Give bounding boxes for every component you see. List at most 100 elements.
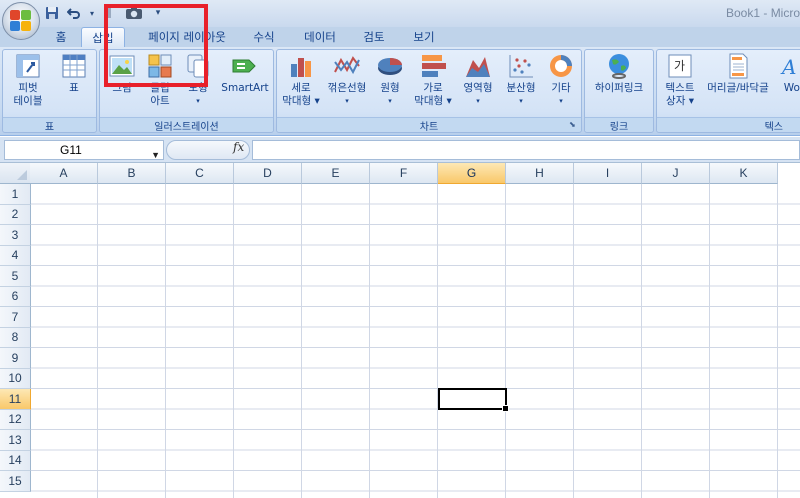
pivot-label-1: 피벗 bbox=[18, 82, 38, 94]
pie-chart-icon bbox=[378, 58, 402, 75]
area-chart-icon bbox=[466, 57, 490, 77]
column-chart-button[interactable]: 세로 막대형 ▾ bbox=[279, 52, 323, 108]
column-header-e[interactable]: E bbox=[302, 163, 370, 184]
row-header-8[interactable]: 8 bbox=[0, 327, 31, 348]
column-header-h[interactable]: H bbox=[506, 163, 574, 184]
column-header-i[interactable]: I bbox=[574, 163, 642, 184]
other-charts-label: 기타 bbox=[551, 82, 571, 94]
cell-area[interactable] bbox=[31, 184, 800, 498]
row-header-9[interactable]: 9 bbox=[0, 348, 31, 369]
redo-icon[interactable] bbox=[102, 5, 118, 21]
ribbon-tabs: 홈 삽입 페이지 레이아웃 수식 데이터 검토 보기 bbox=[0, 27, 800, 47]
header-footer-button[interactable]: 머리글/바닥글 bbox=[701, 52, 775, 95]
insert-function-icon[interactable]: fx bbox=[233, 140, 244, 154]
group-links: 하이퍼링크 링크 bbox=[584, 49, 654, 133]
column-header-k[interactable]: K bbox=[710, 163, 778, 184]
picture-icon bbox=[109, 55, 135, 77]
scatter-chart-button[interactable]: 분산형 ▾ bbox=[501, 52, 541, 108]
undo-icon[interactable] bbox=[66, 5, 82, 21]
row-header-15[interactable]: 15 bbox=[0, 471, 31, 492]
column-header-g[interactable]: G bbox=[438, 163, 506, 184]
row-header-12[interactable]: 12 bbox=[0, 409, 31, 430]
other-charts-button[interactable]: 기타 ▾ bbox=[543, 52, 579, 108]
scatter-chart-icon bbox=[509, 55, 533, 78]
row-header-2[interactable]: 2 bbox=[0, 204, 31, 225]
column-label-1: 세로 bbox=[291, 82, 311, 94]
pie-chart-label: 원형 bbox=[380, 82, 400, 94]
tab-view[interactable]: 보기 bbox=[410, 27, 438, 47]
column-header-d[interactable]: D bbox=[234, 163, 302, 184]
row-header-10[interactable]: 10 bbox=[0, 368, 31, 389]
line-chart-button[interactable]: 꺾은선형 ▾ bbox=[325, 52, 369, 108]
column-header-a[interactable]: A bbox=[30, 163, 98, 184]
text-box-label-1: 텍스트 bbox=[665, 82, 695, 94]
formula-bar: G11 ▼ fx bbox=[0, 137, 800, 163]
bar-chart-button[interactable]: 가로 막대형 ▾ bbox=[411, 52, 455, 108]
row-header-1[interactable]: 1 bbox=[0, 184, 31, 205]
picture-label: 그림 bbox=[112, 82, 132, 94]
row-header-11[interactable]: 11 bbox=[0, 389, 31, 410]
tab-home[interactable]: 홈 bbox=[50, 27, 72, 47]
wordart-icon: A bbox=[780, 55, 796, 79]
hyperlink-globe-icon bbox=[609, 54, 629, 79]
formula-input[interactable] bbox=[252, 140, 800, 160]
name-box[interactable]: G11 ▼ bbox=[4, 140, 164, 160]
dropdown-arrow-icon[interactable]: ▾ bbox=[88, 5, 96, 21]
column-header-f[interactable]: F bbox=[370, 163, 438, 184]
select-all-corner[interactable] bbox=[0, 163, 31, 184]
row-header-5[interactable]: 5 bbox=[0, 266, 31, 287]
other-charts-icon bbox=[550, 55, 572, 77]
name-box-dropdown-icon[interactable]: ▼ bbox=[151, 146, 160, 164]
group-table: 피벗 테이블 표 표 bbox=[2, 49, 97, 133]
area-chart-dropdown-icon: ▾ bbox=[476, 97, 480, 105]
office-logo-icon bbox=[10, 10, 32, 32]
active-cell-g11[interactable] bbox=[438, 388, 509, 412]
tab-formulas[interactable]: 수식 bbox=[249, 27, 279, 47]
shapes-button[interactable]: 도형 ▾ bbox=[180, 52, 216, 108]
clip-art-button[interactable]: 클립 아트 bbox=[142, 52, 178, 108]
tab-insert[interactable]: 삽입 bbox=[81, 27, 125, 47]
pie-chart-button[interactable]: 원형 ▾ bbox=[371, 52, 409, 108]
tab-review[interactable]: 검토 bbox=[360, 27, 388, 47]
area-chart-button[interactable]: 영역형 ▾ bbox=[457, 52, 499, 108]
tab-data[interactable]: 데이터 bbox=[300, 27, 340, 47]
group-label-links: 링크 bbox=[585, 117, 653, 133]
row-header-14[interactable]: 14 bbox=[0, 450, 31, 471]
clip-art-icon bbox=[148, 54, 172, 78]
tab-page-layout[interactable]: 페이지 레이아웃 bbox=[140, 27, 234, 47]
group-label-illustrations: 일러스트레이션 bbox=[100, 117, 273, 133]
shapes-dropdown-icon: ▾ bbox=[196, 97, 200, 105]
table-button[interactable]: 표 bbox=[55, 52, 93, 95]
pivot-label-2: 테이블 bbox=[13, 95, 43, 107]
smartart-icon bbox=[232, 59, 256, 73]
wordart-label: Wor bbox=[783, 82, 800, 94]
row-header-4[interactable]: 4 bbox=[0, 245, 31, 266]
row-header-13[interactable]: 13 bbox=[0, 430, 31, 451]
row-header-7[interactable]: 7 bbox=[0, 307, 31, 328]
name-box-value: G11 bbox=[60, 143, 82, 157]
office-button[interactable] bbox=[2, 2, 40, 40]
save-icon[interactable] bbox=[44, 5, 60, 21]
row-header-3[interactable]: 3 bbox=[0, 225, 31, 246]
line-chart-dropdown-icon: ▾ bbox=[345, 97, 349, 105]
window-title: Book1 - Micro bbox=[726, 6, 800, 20]
column-chart-icon bbox=[291, 58, 311, 77]
camera-icon[interactable] bbox=[124, 5, 144, 21]
wordart-button[interactable]: A Wor bbox=[777, 52, 800, 95]
picture-button[interactable]: 그림 bbox=[104, 52, 140, 95]
row-header-6[interactable]: 6 bbox=[0, 286, 31, 307]
smartart-button[interactable]: SmartArt bbox=[218, 52, 272, 95]
charts-dialog-launcher-icon[interactable]: ⬊ bbox=[569, 120, 579, 130]
group-charts: 세로 막대형 ▾ 꺾은선형 ▾ 원형 ▾ 가로 막대형 ▾ 영역형 ▾ 분산형 … bbox=[276, 49, 582, 133]
pivot-table-button[interactable]: 피벗 테이블 bbox=[7, 52, 49, 108]
customize-qat-icon[interactable]: ▾ bbox=[150, 5, 166, 21]
scatter-chart-label: 분산형 bbox=[506, 82, 536, 94]
table-icon bbox=[62, 54, 86, 78]
group-label-table: 표 bbox=[3, 117, 96, 133]
column-header-j[interactable]: J bbox=[642, 163, 710, 184]
column-header-c[interactable]: C bbox=[166, 163, 234, 184]
text-box-button[interactable]: 가 텍스트 상자 ▾ bbox=[661, 52, 699, 108]
line-chart-icon bbox=[334, 56, 360, 75]
column-header-b[interactable]: B bbox=[98, 163, 166, 184]
hyperlink-button[interactable]: 하이퍼링크 bbox=[589, 52, 649, 95]
